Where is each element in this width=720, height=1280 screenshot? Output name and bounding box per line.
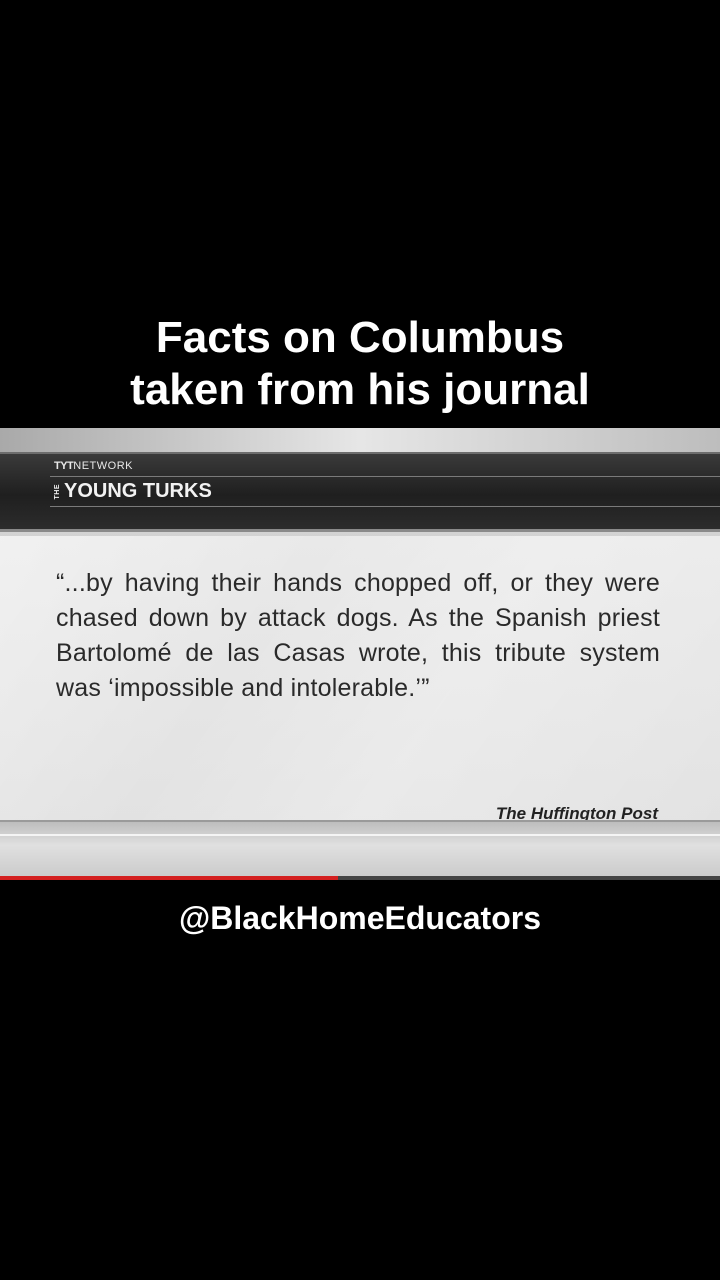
headline-line-1: Facts on Columbus — [155, 313, 565, 362]
strip-line — [0, 834, 720, 836]
frame-top-strip — [0, 428, 720, 452]
video-progress-fill — [0, 876, 339, 880]
brand-divider — [50, 506, 720, 507]
brand-bar: TYTNETWORK THE YOUNG TURKS — [0, 452, 720, 532]
quote-text: “...by having their hands chopped off, o… — [56, 569, 660, 702]
frame-bottom-strip — [0, 820, 720, 880]
account-handle: @BlackHomeEducators — [179, 900, 541, 936]
video-frame[interactable]: TYTNETWORK THE YOUNG TURKS “...by having… — [0, 428, 720, 880]
show-prefix: THE — [54, 483, 61, 500]
network-rest: NETWORK — [73, 460, 134, 472]
show-logo: THE YOUNG TURKS — [54, 480, 212, 503]
show-name: YOUNG TURKS — [64, 480, 212, 502]
headline: Facts on Columbus taken from his journal — [0, 312, 720, 416]
network-bold: TYT — [54, 460, 74, 472]
brand-divider — [50, 476, 720, 477]
quote-panel: “...by having their hands chopped off, o… — [0, 536, 720, 836]
network-label: TYTNETWORK — [54, 460, 133, 472]
headline-line-2: taken from his journal — [130, 365, 590, 414]
video-progress-bar[interactable] — [0, 876, 720, 880]
